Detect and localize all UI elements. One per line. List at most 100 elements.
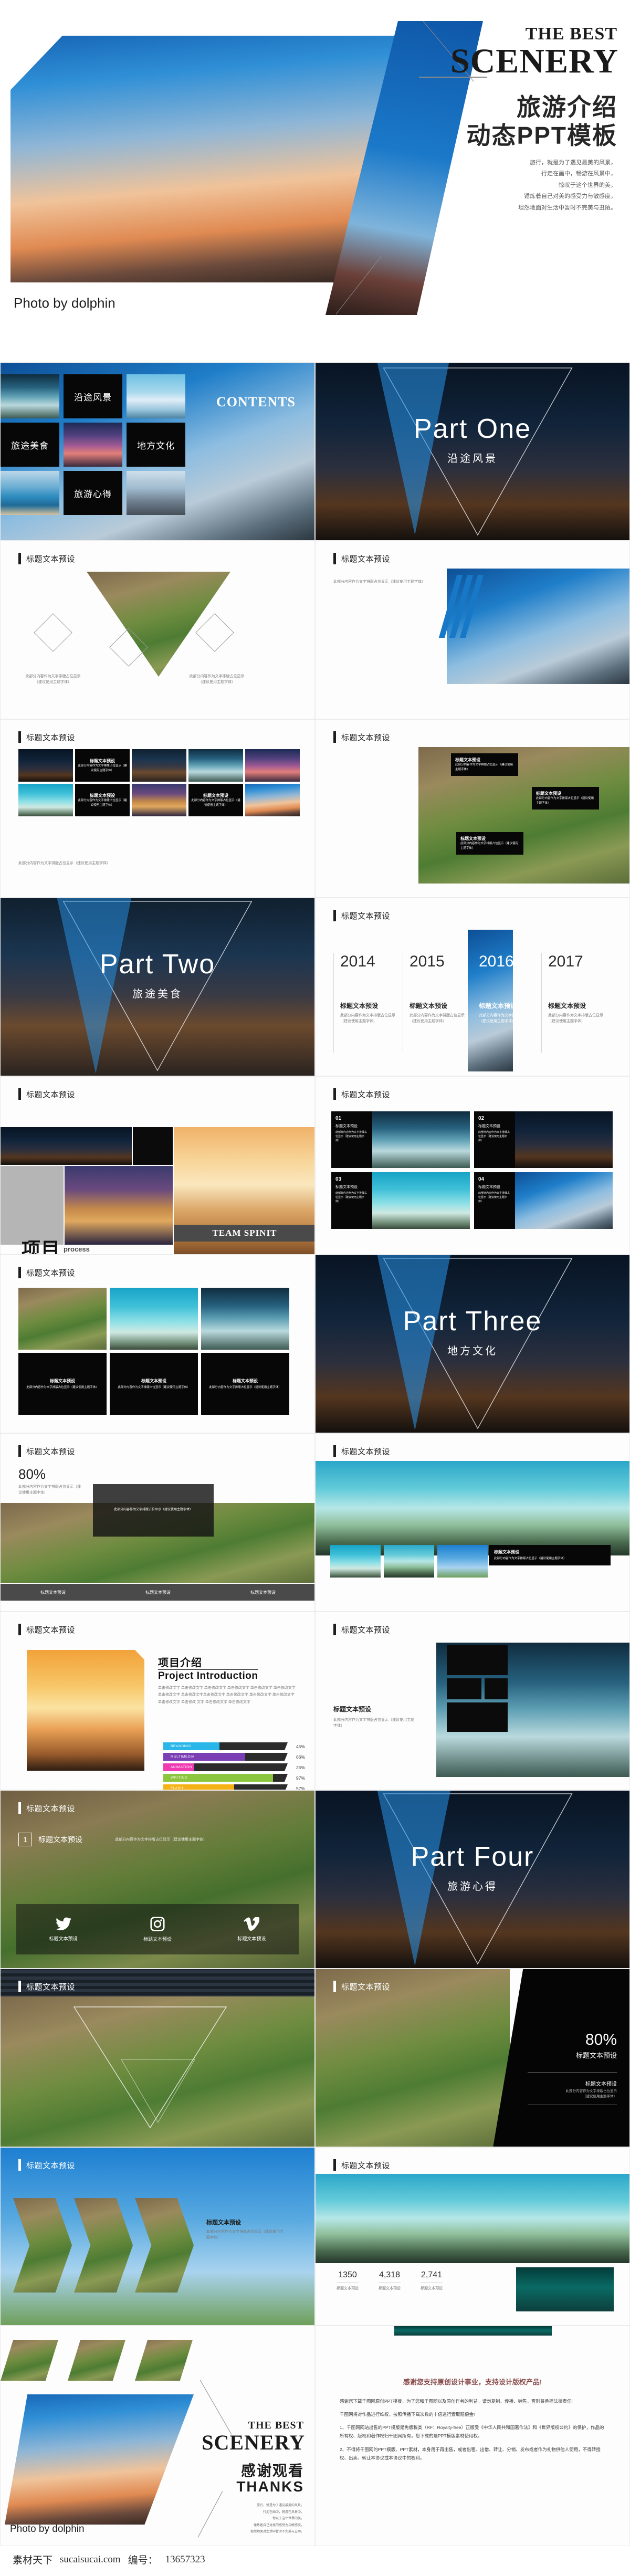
slide-title: 标题文本预设 [341, 733, 391, 742]
slide-title: 标题文本预设 [341, 1625, 391, 1635]
timeline-body-line: （建议使用主题字体） [479, 1019, 516, 1024]
mosaic-caption-body: 此部分内容作为文字排版占位显示（建议使用主题字体） [78, 764, 127, 772]
dark-grid-body: 此部分内容作为文字排版占位显示（建议使用主题字体） [26, 1385, 99, 1389]
diamond-layout-slide[interactable]: 标题文本预设 此部分内容作为文字排版占位显示（建议使用主题字体） 此部分内容作为… [0, 541, 315, 719]
social-item-vimeo[interactable]: 标题文本预设 [205, 1904, 299, 1954]
bridge-stripes-slide[interactable]: 标题文本预设 此部分内容作为文字排版占位显示（建议使用主题字体） [315, 541, 630, 719]
beach-thumb[interactable] [330, 1545, 381, 1578]
percent-left-slide[interactable]: 标题文本预设 80% 此部分内容作为文字排版占位显示（建议使用主题字体） 此部分… [0, 1433, 315, 1612]
dark-grid-slide[interactable]: 标题文本预设 标题文本预设 此部分内容作为文字排版占位显示（建议使用主题字体） … [0, 1255, 315, 1433]
percent-overlay-body: 此部分内容作为文字排版占位显示（建议使用主题字体） [113, 1508, 193, 1512]
dark-grid: 标题文本预设 此部分内容作为文字排版占位显示（建议使用主题字体） 标题文本预设 … [18, 1288, 289, 1415]
arrow-chevron[interactable] [135, 2198, 194, 2293]
cover-wordmark: SCENERY [450, 42, 618, 80]
slide-title: 标题文本预设 [26, 1268, 76, 1278]
callout-card-1[interactable]: 标题文本预设 此部分内容作为文字排版占位显示（建议使用主题字体） [451, 753, 518, 776]
numbered-card[interactable]: 04 标题文本预设 此部分内容作为文字排版占位显示（建议使用主题字体） [474, 1172, 613, 1229]
beach-thumb[interactable] [384, 1545, 434, 1578]
bar-row: FLASH 57% [163, 1784, 305, 1790]
contents-slide[interactable]: 沿途风景 旅途美食 地方文化 旅游心得 CONTENTS [0, 362, 315, 541]
timeline-slide[interactable]: 标题文本预设 2014 标题文本预设 此部分内容作为文字排版占位显示 （建议使用… [315, 898, 630, 1076]
bar-value: 25% [296, 1764, 305, 1770]
percent-dark-body: 标题文本预设 此部分内容作为文字排版占位显示 （建议使用主题字体） [528, 2079, 617, 2100]
callout-cards-slide[interactable]: 标题文本预设 标题文本预设 此部分内容作为文字排版占位显示（建议使用主题字体） … [315, 719, 630, 898]
slide-row-12: THE BEST SCENERY 感谢观看 THANKS 旅行，就是为了遇见最美… [0, 2326, 630, 2546]
slide-body-text: 此部分内容作为文字排版占位显示（建议使用主题字体） [18, 861, 110, 865]
arrow-chevron[interactable] [74, 2198, 133, 2293]
cover-title-line2: 动态PPT模板 [466, 122, 617, 149]
percent-dark-slide[interactable]: 标题文本预设 80% 标题文本预设 标题文本预设 此部分内容作为文字排版占位显示… [315, 1969, 630, 2147]
arrows-caption-body: 此部分内容作为文字排版占位显示（建议使用主题字体） [206, 2230, 284, 2240]
contents-item-4[interactable]: 旅游心得 [64, 471, 122, 515]
stat-label: 标题文本预设 [421, 2287, 443, 2290]
legal-paragraph: 1、千图网网站出售的PPT模版是免版税类（RF：Royalty-free）正版受… [340, 2425, 604, 2439]
arrow-chevron[interactable] [13, 2198, 72, 2293]
percent-overlay-card[interactable]: 此部分内容作为文字排版占位显示（建议使用主题字体） [93, 1484, 214, 1537]
cover-paragraph-line: 坦然地面对生活中暂时不完美与丑陋。 [518, 204, 616, 211]
project-intro-slide[interactable]: 标题文本预设 项目介绍 Project Introduction 单击修改文字 … [0, 1612, 315, 1790]
cover-paragraph-line: 行走在画中，畅游在风景中， [541, 171, 616, 177]
process-slide[interactable]: 标题文本预设 TEAM SPINIT 项目 process 精诚合作 [0, 1076, 315, 1255]
process-photo-2 [133, 1127, 173, 1165]
thanks-paragraph-line: 旅行，就是为了遇见最美的风景， [256, 2504, 304, 2507]
contents-item-3[interactable]: 地方文化 [127, 423, 185, 467]
part-four-slide[interactable]: Part Four 旅游心得 [315, 1790, 630, 1969]
black-boxes-slide[interactable]: 标题文本预设 标题文本预设 此部分内容作为文字排版占位显示（建议使用主题字体） [315, 1612, 630, 1790]
beach-thumbs-slide[interactable]: 标题文本预设 标题文本预设 此部分内容作为文字排版占位显示（建议使用主题字体） [315, 1433, 630, 1612]
slide-title: 标题文本预设 [26, 1447, 76, 1456]
slide-header: 标题文本预设 [18, 1624, 75, 1635]
dark-grid-caption[interactable]: 标题文本预设 此部分内容作为文字排版占位显示（建议使用主题字体） [201, 1353, 289, 1415]
slide-row-7: 标题文本预设 80% 此部分内容作为文字排版占位显示（建议使用主题字体） 此部分… [0, 1433, 630, 1612]
bar-fill: FLASH [163, 1784, 234, 1790]
cover-slide[interactable]: THE BEST SCENERY 旅游介绍 动态PPT模板 旅行，就是为了遇见最… [0, 0, 630, 362]
slide-header: 标题文本预设 [333, 2159, 390, 2171]
percent-body: 此部分内容作为文字排版占位显示（建议使用主题字体） [18, 1485, 81, 1495]
contents-item-1[interactable]: 沿途风景 [64, 374, 122, 418]
timeline-item[interactable]: 2015 标题文本预设 此部分内容作为文字排版占位显示 （建议使用主题字体） [403, 953, 472, 1053]
stats-slide[interactable]: 标题文本预设 1350 标题文本预设 4,318 标题文本预设 2,741 标题… [315, 2147, 630, 2326]
timeline-item[interactable]: 2014 标题文本预设 此部分内容作为文字排版占位显示 （建议使用主题字体） [333, 953, 403, 1053]
contents-item-2[interactable]: 旅途美食 [1, 423, 59, 467]
dark-grid-caption[interactable]: 标题文本预设 此部分内容作为文字排版占位显示（建议使用主题字体） [110, 1353, 198, 1415]
part-two-slide[interactable]: Part Two 旅途美食 [0, 898, 315, 1076]
social-slide[interactable]: 标题文本预设 1 标题文本预设 此部分内容作为文字排版占位显示（建议使用主题字体… [0, 1790, 315, 1969]
timeline-item[interactable]: 2017 标题文本预设 此部分内容作为文字排版占位显示 （建议使用主题字体） [541, 953, 611, 1053]
part-two-title: Part Two [99, 949, 216, 980]
social-lead-body: 此部分内容作为文字排版占位显示（建议使用主题字体） [115, 1838, 207, 1842]
timeline-body: 此部分内容作为文字排版占位显示 （建议使用主题字体） [479, 1013, 536, 1024]
part-one-slide[interactable]: Part One 沿途风景 [315, 362, 630, 541]
numbered-card[interactable]: 01 标题文本预设 此部分内容作为文字排版占位显示（建议使用主题字体） [331, 1111, 470, 1168]
thanks-slide[interactable]: THE BEST SCENERY 感谢观看 THANKS 旅行，就是为了遇见最美… [0, 2326, 315, 2546]
slide-header: 标题文本预设 [333, 1088, 390, 1100]
slide-header: 标题文本预设 [18, 2159, 75, 2171]
footer-code-label: 编号： [128, 2555, 158, 2566]
arrows-slide[interactable]: 标题文本预设 标题文本预设 此部分内容作为文字排版占位显示（建议使用主题字体） [0, 2147, 315, 2326]
band-label: 标题文本预设 [145, 1590, 171, 1595]
numbered-card[interactable]: 03 标题文本预设 此部分内容作为文字排版占位显示（建议使用主题字体） [331, 1172, 470, 1229]
callout-card-2[interactable]: 标题文本预设 此部分内容作为文字排版占位显示（建议使用主题字体） [532, 787, 599, 809]
process-photo-4 [65, 1166, 173, 1245]
header-accent-bar [333, 1981, 336, 1992]
stat-label: 标题文本预设 [379, 2287, 401, 2290]
arrow-chevron-group [13, 2198, 194, 2293]
slide-row-2: 标题文本预设 此部分内容作为文字排版占位显示（建议使用主题字体） 此部分内容作为… [0, 541, 630, 719]
slide-title: 标题文本预设 [26, 1625, 76, 1635]
timeline-year: 2017 [548, 953, 583, 970]
footer-site-url[interactable]: sucaisucai.com [60, 2554, 121, 2566]
beach-caption-card[interactable]: 标题文本预设 此部分内容作为文字排版占位显示（建议使用主题字体） [489, 1545, 611, 1565]
social-item-instagram[interactable]: 标题文本预设 [110, 1904, 204, 1954]
triangle-overlay-icon [73, 2006, 227, 2129]
triangle-photo-slide[interactable]: 标题文本预设 [0, 1969, 315, 2147]
social-item-twitter[interactable]: 标题文本预设 [16, 1904, 110, 1954]
legal-slide[interactable]: 感谢您支持原创设计事业，支持设计版权产品! 感谢您下载千图网原创PPT模板，为了… [315, 2326, 630, 2546]
numbered-card[interactable]: 02 标题文本预设 此部分内容作为文字排版占位显示（建议使用主题字体） [474, 1111, 613, 1168]
header-accent-bar [18, 2159, 21, 2171]
part-three-slide[interactable]: Part Three 地方文化 [315, 1255, 630, 1433]
slide-header: 标题文本预设 [18, 1981, 75, 1992]
stat-label: 标题文本预设 [337, 2287, 359, 2290]
numbered-cards-slide[interactable]: 标题文本预设 01 标题文本预设 此部分内容作为文字排版占位显示（建议使用主题字… [315, 1076, 630, 1255]
photo-mosaic-slide[interactable]: 标题文本预设 标题文本预设 此部分内容作为文字排版占位显示（建议使用主题字体） … [0, 719, 315, 898]
dark-grid-caption[interactable]: 标题文本预设 此部分内容作为文字排版占位显示（建议使用主题字体） [18, 1353, 107, 1415]
beach-thumb[interactable] [437, 1545, 488, 1578]
callout-card-3[interactable]: 标题文本预设 此部分内容作为文字排版占位显示（建议使用主题字体） [456, 832, 523, 855]
